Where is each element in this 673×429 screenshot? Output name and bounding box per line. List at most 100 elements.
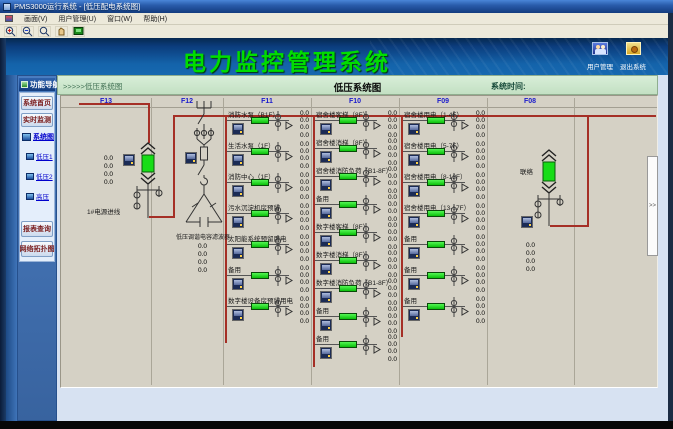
feeder-unit: 备用0.00.00.00.0 — [315, 305, 399, 333]
child-window-icon[interactable] — [5, 15, 13, 22]
power-meter-icon[interactable] — [232, 216, 244, 228]
breaker-indicator[interactable] — [251, 272, 269, 279]
sidebar-home-button[interactable]: 系统首页 — [21, 96, 53, 110]
sidebar-topology-button[interactable]: 网络拓扑图 — [21, 241, 53, 257]
switch-icon — [272, 266, 284, 291]
feeder-values: 0.00.00.00.0 — [379, 278, 397, 307]
power-meter-icon[interactable] — [320, 123, 332, 135]
breaker-indicator[interactable] — [427, 303, 445, 310]
power-meter-icon[interactable] — [408, 185, 420, 197]
breaker-indicator[interactable] — [339, 341, 357, 348]
system-title: 电力监控管理系统 — [183, 43, 391, 77]
breaker-indicator[interactable] — [427, 241, 445, 248]
menu-help[interactable]: 帮助(H) — [143, 14, 167, 24]
breaker-indicator[interactable] — [251, 241, 269, 248]
breaker-indicator[interactable] — [427, 210, 445, 217]
power-meter-icon[interactable] — [408, 247, 420, 259]
feeder-values: 0.00.00.00.0 — [467, 172, 485, 201]
breaker-indicator[interactable] — [427, 148, 445, 155]
switch-icon — [360, 223, 372, 248]
user-management-button[interactable]: 用户管理 — [583, 42, 617, 71]
frame-band — [6, 75, 17, 421]
zoom-out-icon[interactable] — [21, 26, 34, 37]
power-meter-icon[interactable] — [232, 185, 244, 197]
feeder-unit: 宿舍楼用电（8-12F）0.00.00.00.0 — [403, 171, 487, 202]
switch-icon — [360, 279, 372, 304]
power-meter-icon[interactable] — [320, 347, 332, 359]
menu-user-management[interactable]: 用户管理(U) — [58, 14, 96, 24]
oneline-diagram-canvas: F13 F12 F11 F10 F09 F08 — [60, 95, 658, 388]
power-meter-icon[interactable] — [232, 278, 244, 290]
switch-icon — [360, 111, 372, 136]
menu-view[interactable]: 画面(V) — [24, 14, 47, 24]
power-meter-icon[interactable] — [320, 235, 332, 247]
tree-node-system-diagram[interactable]: 系统图 — [22, 132, 54, 142]
power-meter-icon[interactable] — [232, 309, 244, 321]
incoming-breaker-symbol[interactable] — [127, 140, 171, 220]
breaker-indicator[interactable] — [339, 201, 357, 208]
sidebar-monitor-header[interactable]: 实时监测 — [21, 113, 53, 127]
feeder-unit: 宿舍楼消梯（8F）0.00.00.00.0 — [315, 137, 399, 165]
breaker-indicator[interactable] — [339, 313, 357, 320]
feeder-unit: 消防中心（1F）0.00.00.00.0 — [227, 171, 311, 202]
power-meter-icon[interactable] — [123, 154, 135, 166]
power-meter-icon[interactable] — [320, 319, 332, 331]
system-time-label: 系统时间: — [491, 81, 526, 92]
window-left-edge — [0, 38, 6, 421]
feeder-values: 0.00.00.00.0 — [467, 141, 485, 170]
power-meter-icon[interactable] — [408, 154, 420, 166]
power-meter-icon[interactable] — [320, 207, 332, 219]
column-separator — [487, 98, 488, 385]
breaker-indicator[interactable] — [427, 179, 445, 186]
breaker-indicator[interactable] — [251, 117, 269, 124]
measurement-values: 0.00.00.00.0 — [185, 243, 207, 275]
tie-breaker-symbol[interactable] — [527, 148, 571, 228]
feeder-values: 0.00.00.00.0 — [379, 110, 397, 139]
power-meter-icon[interactable] — [408, 309, 420, 321]
breaker-indicator[interactable] — [339, 229, 357, 236]
capacitor-filter-symbol[interactable] — [177, 99, 233, 245]
breaker-indicator[interactable] — [339, 117, 357, 124]
zoom-reset-icon[interactable] — [38, 26, 51, 37]
power-meter-icon[interactable] — [232, 123, 244, 135]
breaker-indicator[interactable] — [427, 272, 445, 279]
power-meter-icon[interactable] — [521, 216, 533, 228]
breaker-indicator[interactable] — [251, 210, 269, 217]
feeder-values: 0.00.00.00.0 — [291, 172, 309, 201]
tree-node-lowvoltage2[interactable]: 低压2 — [26, 171, 53, 181]
fullscreen-icon[interactable] — [72, 26, 85, 37]
breaker-indicator[interactable] — [339, 285, 357, 292]
feeder-unit: 宿舍楼用电（5-7F）0.00.00.00.0 — [403, 140, 487, 171]
power-meter-icon[interactable] — [408, 123, 420, 135]
toolbar — [0, 25, 673, 38]
power-meter-icon[interactable] — [408, 278, 420, 290]
menu-window[interactable]: 窗口(W) — [107, 14, 132, 24]
tree-node-highvoltage[interactable]: 高压 — [26, 191, 49, 201]
power-meter-icon[interactable] — [320, 263, 332, 275]
tree-node-lowvoltage1[interactable]: 低压1 — [26, 151, 53, 161]
breaker-indicator[interactable] — [427, 117, 445, 124]
navigation-sidebar: 功能导航 系统首页 实时监测 系统图 低压1 低压2 高压 报表查询 网络拓扑图 — [17, 75, 57, 421]
zoom-in-icon[interactable] — [4, 26, 17, 37]
column-header: F10 — [335, 98, 375, 105]
power-meter-icon[interactable] — [320, 151, 332, 163]
breaker-indicator[interactable] — [251, 179, 269, 186]
pan-icon[interactable] — [55, 26, 68, 37]
exit-system-button[interactable]: 退出系统 — [616, 42, 650, 71]
power-meter-icon[interactable] — [232, 154, 244, 166]
scroll-strip[interactable]: >> — [647, 156, 658, 256]
breaker-indicator[interactable] — [339, 257, 357, 264]
sidebar-report-button[interactable]: 报表查询 — [21, 221, 53, 237]
power-meter-icon[interactable] — [320, 179, 332, 191]
feeder-unit: 备用0.00.00.00.0 — [315, 333, 399, 361]
breaker-indicator[interactable] — [339, 145, 357, 152]
breaker-indicator[interactable] — [251, 303, 269, 310]
power-meter-icon[interactable] — [408, 216, 420, 228]
power-meter-icon[interactable] — [232, 247, 244, 259]
sidebar-header: 功能导航 — [19, 78, 55, 91]
switch-icon — [272, 235, 284, 260]
power-meter-icon[interactable] — [320, 291, 332, 303]
breaker-indicator[interactable] — [339, 173, 357, 180]
breaker-indicator[interactable] — [251, 148, 269, 155]
power-meter-icon[interactable] — [185, 152, 197, 164]
